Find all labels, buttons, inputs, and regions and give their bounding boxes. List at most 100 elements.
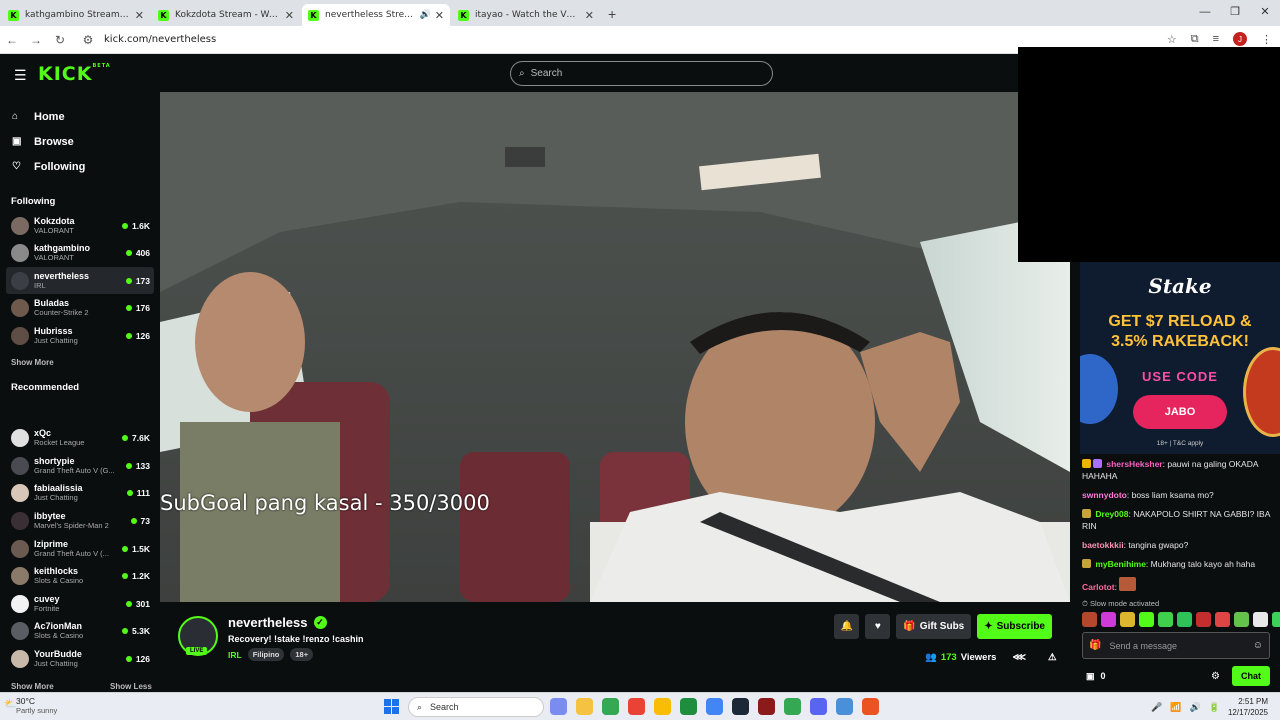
browser-tab[interactable]: K kathgambino Stream - Watch Live ✕	[2, 4, 150, 26]
notification-bell-button[interactable]: 🔔	[834, 614, 860, 639]
subscribe-button[interactable]: ✦ Subscribe	[977, 614, 1052, 639]
show-more-recommended[interactable]: Show More	[11, 682, 54, 691]
stream-category[interactable]: IRL	[228, 650, 242, 660]
browser-tab[interactable]: K itayao - Watch the VOD on Kick ✕	[452, 4, 600, 26]
chat-input-box[interactable]: 🎁 ☺	[1082, 632, 1270, 659]
audio-playing-icon[interactable]: 🔊	[420, 10, 431, 20]
sidebar-channel[interactable]: cuvey Fortnite 301	[6, 590, 154, 617]
show-more-following[interactable]: Show More	[11, 358, 54, 367]
new-tab-icon[interactable]: +	[608, 6, 616, 22]
chat-input[interactable]	[1109, 640, 1253, 651]
emote-icon[interactable]	[1272, 612, 1280, 627]
menu-icon[interactable]: ☰	[14, 67, 27, 84]
close-icon[interactable]: ✕	[435, 9, 444, 22]
copilot-icon[interactable]	[550, 698, 567, 715]
reload-icon[interactable]: ↻	[48, 33, 72, 47]
share-icon[interactable]: ⋘	[1012, 652, 1026, 663]
chrome-icon[interactable]	[628, 698, 645, 715]
browser-tab[interactable]: K Kokzdota Stream - Watch Live on Kick ✕	[152, 4, 300, 26]
sidebar-channel[interactable]: fabiaalissia Just Chatting 111	[6, 479, 154, 506]
video-player[interactable]: SubGoal pang kasal - 350/3000	[160, 92, 1070, 602]
window-close-icon[interactable]: ✕	[1250, 0, 1280, 24]
emoji-icon[interactable]: ☺	[1253, 640, 1263, 651]
browser-tab-active[interactable]: K nevertheless Stream - Watch Live on Ki…	[302, 4, 450, 26]
sidebar-channel[interactable]: kathgambino VALORANT 406	[6, 239, 154, 266]
chat-username[interactable]: swnnydoto	[1082, 490, 1127, 500]
emote-icon[interactable]	[1253, 612, 1268, 627]
windows-start-icon[interactable]	[384, 699, 399, 714]
tag[interactable]: 18+	[290, 648, 314, 661]
minimize-icon[interactable]: —	[1190, 0, 1220, 24]
chrome-icon[interactable]	[602, 698, 619, 715]
emote-icon[interactable]	[1101, 612, 1116, 627]
emote-icon[interactable]	[1120, 612, 1135, 627]
volume-icon[interactable]: 🔊	[1190, 702, 1201, 713]
clock[interactable]: 2:51 PM 12/17/2025	[1228, 696, 1268, 718]
streamer-name[interactable]: nevertheless ✓	[228, 615, 327, 630]
sidebar-channel[interactable]: Hubrisss Just Chatting 126	[6, 322, 154, 349]
emote-icon[interactable]	[1234, 612, 1249, 627]
nav-following[interactable]: ♡ Following	[12, 154, 85, 179]
close-icon[interactable]: ✕	[585, 9, 594, 22]
ad-code-button[interactable]: JABO	[1133, 395, 1227, 429]
sidebar-channel[interactable]: xQc Rocket League 7.6K	[6, 424, 154, 451]
steam-icon[interactable]	[732, 698, 749, 715]
file-explorer-icon[interactable]	[576, 698, 593, 715]
back-icon[interactable]: ←	[0, 33, 24, 47]
chat-send-button[interactable]: Chat	[1232, 666, 1270, 686]
sidebar-channel[interactable]: shortypie Grand Theft Auto V (G... 133	[6, 452, 154, 479]
kick-logo[interactable]: KICKBETA	[38, 63, 111, 85]
battery-icon[interactable]: 🔋	[1209, 702, 1220, 713]
app-icon[interactable]	[862, 698, 879, 715]
emote-icon[interactable]	[1177, 612, 1192, 627]
emote-icon[interactable]	[1158, 612, 1173, 627]
stake-ad-banner[interactable]: Stake GET $7 RELOAD & 3.5% RAKEBACK! USE…	[1080, 262, 1280, 454]
app-icon[interactable]	[758, 698, 775, 715]
emote-icon[interactable]	[1082, 612, 1097, 627]
tag[interactable]: Filipino	[247, 648, 285, 661]
emote-icon[interactable]	[1196, 612, 1211, 627]
close-icon[interactable]: ✕	[285, 9, 294, 22]
bookmark-star-icon[interactable]: ☆	[1167, 33, 1177, 46]
forward-icon[interactable]: →	[24, 33, 48, 47]
taskbar-search[interactable]: ⌕ Search	[408, 697, 544, 717]
emote-icon[interactable]	[1139, 612, 1154, 627]
sidebar-channel[interactable]: YourBudde Just Chatting 126	[6, 645, 154, 672]
notepad-icon[interactable]	[836, 698, 853, 715]
sidebar-channel[interactable]: Buladas Counter-Strike 2 176	[6, 294, 154, 321]
site-info-icon[interactable]: ⚙	[76, 33, 100, 47]
search-box[interactable]: ⌕	[510, 61, 773, 86]
weather-widget[interactable]: 30°C Partly sunny	[16, 696, 57, 716]
search-input[interactable]	[530, 68, 751, 79]
url-field[interactable]: kick.com/nevertheless	[104, 34, 216, 45]
nav-browse[interactable]: ▣ Browse	[12, 129, 85, 154]
discord-icon[interactable]	[810, 698, 827, 715]
restore-icon[interactable]: ❐	[1220, 0, 1250, 24]
chat-settings-icon[interactable]: ⚙	[1211, 671, 1220, 682]
gift-icon[interactable]: 🎁	[1089, 640, 1101, 651]
sidebar-channel[interactable]: Iziprime Grand Theft Auto V (... 1.5K	[6, 535, 154, 562]
chat-username[interactable]: baetokkkii	[1082, 540, 1124, 550]
microphone-icon[interactable]: 🎤	[1151, 702, 1162, 713]
chrome-icon[interactable]	[706, 698, 723, 715]
chat-username[interactable]: Drey008	[1095, 509, 1128, 519]
chat-username[interactable]: Carlotot	[1082, 582, 1115, 592]
gift-subs-button[interactable]: 🎁 Gift Subs	[896, 614, 972, 639]
sidebar-channel[interactable]: keithlocks Slots & Casino 1.2K	[6, 562, 154, 589]
chat-username[interactable]: shersHeksher	[1106, 459, 1162, 469]
sidebar-channel[interactable]: ibbytee Marvel's Spider-Man 2 73	[6, 507, 154, 534]
browser-menu-icon[interactable]: ⋮	[1261, 33, 1272, 46]
emote-icon[interactable]	[1215, 612, 1230, 627]
chat-username[interactable]: myBenihime	[1095, 559, 1146, 569]
nav-home[interactable]: ⌂ Home	[12, 104, 85, 129]
report-icon[interactable]: ⚠	[1048, 652, 1057, 663]
extensions-icon[interactable]: ⧉	[1191, 33, 1199, 46]
chrome-icon[interactable]	[654, 698, 671, 715]
sidebar-channel[interactable]: Kokzdota VALORANT 1.6K	[6, 212, 154, 239]
wifi-icon[interactable]: 📶	[1170, 702, 1181, 713]
close-icon[interactable]: ✕	[135, 9, 144, 22]
sidebar-channel-selected[interactable]: nevertheless IRL 173	[6, 267, 154, 294]
profile-avatar[interactable]: J	[1233, 32, 1247, 46]
media-control-icon[interactable]: ≡	[1213, 33, 1219, 45]
show-less-recommended[interactable]: Show Less	[110, 682, 152, 691]
